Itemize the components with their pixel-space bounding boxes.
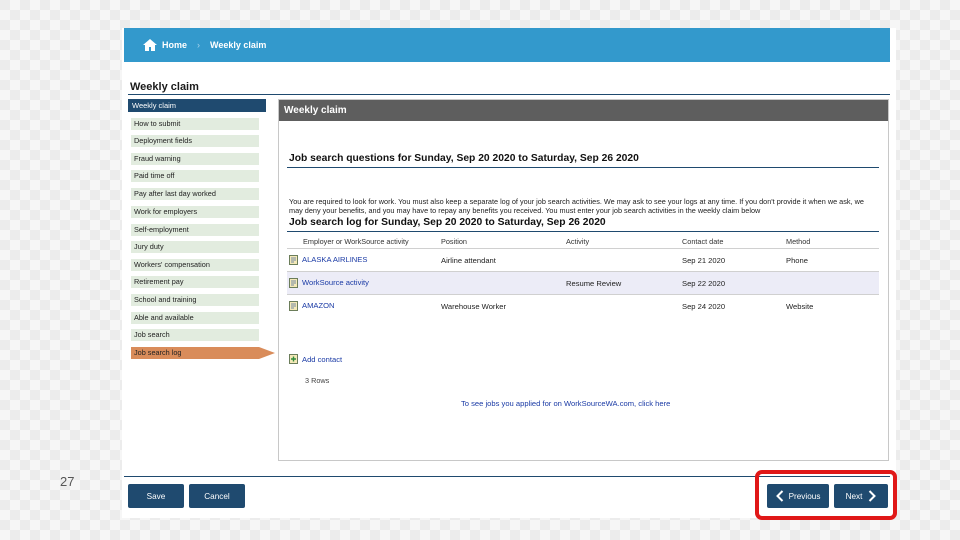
sidebar-item-work-for-employers[interactable]: Work for employers bbox=[131, 206, 259, 218]
sidebar-item-deployment-fields[interactable]: Deployment fields bbox=[131, 135, 259, 147]
column-header-contact-date: Contact date bbox=[682, 236, 724, 246]
position-cell: Airline attendant bbox=[439, 248, 564, 272]
title-divider bbox=[128, 94, 890, 95]
contact-date-cell: Sep 24 2020 bbox=[680, 294, 784, 317]
job-search-log-table: Employer or WorkSource activity Position… bbox=[287, 234, 879, 317]
activity-cell bbox=[564, 294, 680, 317]
sidebar-item-fraud-warning[interactable]: Fraud warning bbox=[131, 153, 259, 165]
save-button-label: Save bbox=[146, 491, 166, 501]
sidebar-item-workers-compensation[interactable]: Workers' compensation bbox=[131, 259, 259, 271]
slide-number: 27 bbox=[60, 474, 75, 489]
method-cell bbox=[784, 271, 879, 295]
sidebar-item-self-employment[interactable]: Self-employment bbox=[131, 224, 259, 236]
log-divider bbox=[287, 231, 879, 232]
table-row[interactable]: ALASKA AIRLINES Airline attendant Sep 21… bbox=[287, 248, 879, 272]
table-row[interactable]: WorkSource activity Resume Review Sep 22… bbox=[287, 271, 879, 295]
contact-doc-icon[interactable] bbox=[289, 255, 298, 265]
sidebar: Weekly claim bbox=[128, 99, 266, 112]
employer-link[interactable]: AMAZON bbox=[302, 301, 335, 310]
worksource-applied-jobs-link[interactable]: To see jobs you applied for on WorkSourc… bbox=[461, 399, 670, 408]
breadcrumb-home-link[interactable]: Home bbox=[162, 40, 187, 50]
sidebar-item-able-and-available[interactable]: Able and available bbox=[131, 312, 259, 324]
rows-count: 3 Rows bbox=[305, 376, 330, 385]
employer-cell[interactable]: AMAZON bbox=[287, 294, 439, 317]
add-contact-icon[interactable] bbox=[289, 354, 298, 364]
sidebar-item-jury-duty[interactable]: Jury duty bbox=[131, 241, 259, 253]
log-title: Job search log for Sunday, Sep 20 2020 t… bbox=[289, 217, 606, 228]
sidebar-item-how-to-submit[interactable]: How to submit bbox=[131, 118, 259, 130]
sidebar-item-pay-after-last-day[interactable]: Pay after last day worked bbox=[131, 188, 259, 200]
panel-header: Weekly claim bbox=[279, 100, 888, 121]
cancel-button[interactable]: Cancel bbox=[189, 484, 245, 508]
active-item-pointer bbox=[259, 347, 275, 359]
home-icon[interactable] bbox=[142, 38, 158, 52]
page-title: Weekly claim bbox=[130, 81, 199, 93]
sidebar-item-job-search-log[interactable]: Job search log bbox=[131, 347, 259, 359]
employer-link[interactable]: ALASKA AIRLINES bbox=[302, 255, 367, 264]
top-nav-bar: Home › Weekly claim bbox=[124, 28, 890, 62]
sidebar-item-job-search[interactable]: Job search bbox=[131, 329, 259, 341]
column-header-activity: Activity bbox=[566, 236, 590, 246]
cancel-button-label: Cancel bbox=[204, 491, 230, 501]
add-contact-row[interactable]: Add contact bbox=[289, 354, 342, 364]
method-cell: Phone bbox=[784, 248, 879, 272]
activity-cell: Resume Review bbox=[564, 271, 680, 295]
position-cell: Warehouse Worker bbox=[439, 294, 564, 317]
method-cell: Website bbox=[784, 294, 879, 317]
sidebar-header[interactable]: Weekly claim bbox=[128, 99, 266, 112]
contact-doc-icon[interactable] bbox=[289, 278, 298, 288]
column-header-method: Method bbox=[786, 236, 811, 246]
add-contact-link[interactable]: Add contact bbox=[302, 355, 342, 364]
sidebar-item-retirement-pay[interactable]: Retirement pay bbox=[131, 276, 259, 288]
employer-cell[interactable]: ALASKA AIRLINES bbox=[287, 248, 439, 272]
contact-doc-icon[interactable] bbox=[289, 301, 298, 311]
column-header-position: Position bbox=[441, 236, 467, 246]
sidebar-item-school-and-training[interactable]: School and training bbox=[131, 294, 259, 306]
table-header-row: Employer or WorkSource activity Position… bbox=[287, 234, 879, 249]
navigation-highlight-box bbox=[755, 470, 897, 520]
job-search-notice: You are required to look for work. You m… bbox=[289, 197, 864, 216]
breadcrumb-current: Weekly claim bbox=[210, 40, 267, 50]
questions-title: Job search questions for Sunday, Sep 20 … bbox=[289, 153, 639, 164]
questions-divider bbox=[287, 167, 879, 168]
breadcrumb-separator: › bbox=[197, 40, 201, 50]
employer-cell[interactable]: WorkSource activity bbox=[287, 271, 439, 295]
main-panel: Weekly claim Job search questions for Su… bbox=[278, 99, 889, 461]
application-screenshot: Home › Weekly claim Weekly claim Weekly … bbox=[122, 28, 896, 518]
employer-link[interactable]: WorkSource activity bbox=[302, 278, 369, 287]
column-header-employer: Employer or WorkSource activity bbox=[303, 236, 409, 246]
save-button[interactable]: Save bbox=[128, 484, 184, 508]
contact-date-cell: Sep 21 2020 bbox=[680, 248, 784, 272]
sidebar-item-paid-time-off[interactable]: Paid time off bbox=[131, 170, 259, 182]
table-row[interactable]: AMAZON Warehouse Worker Sep 24 2020 Webs… bbox=[287, 294, 879, 317]
contact-date-cell: Sep 22 2020 bbox=[680, 271, 784, 295]
activity-cell bbox=[564, 248, 680, 272]
position-cell bbox=[439, 271, 564, 295]
